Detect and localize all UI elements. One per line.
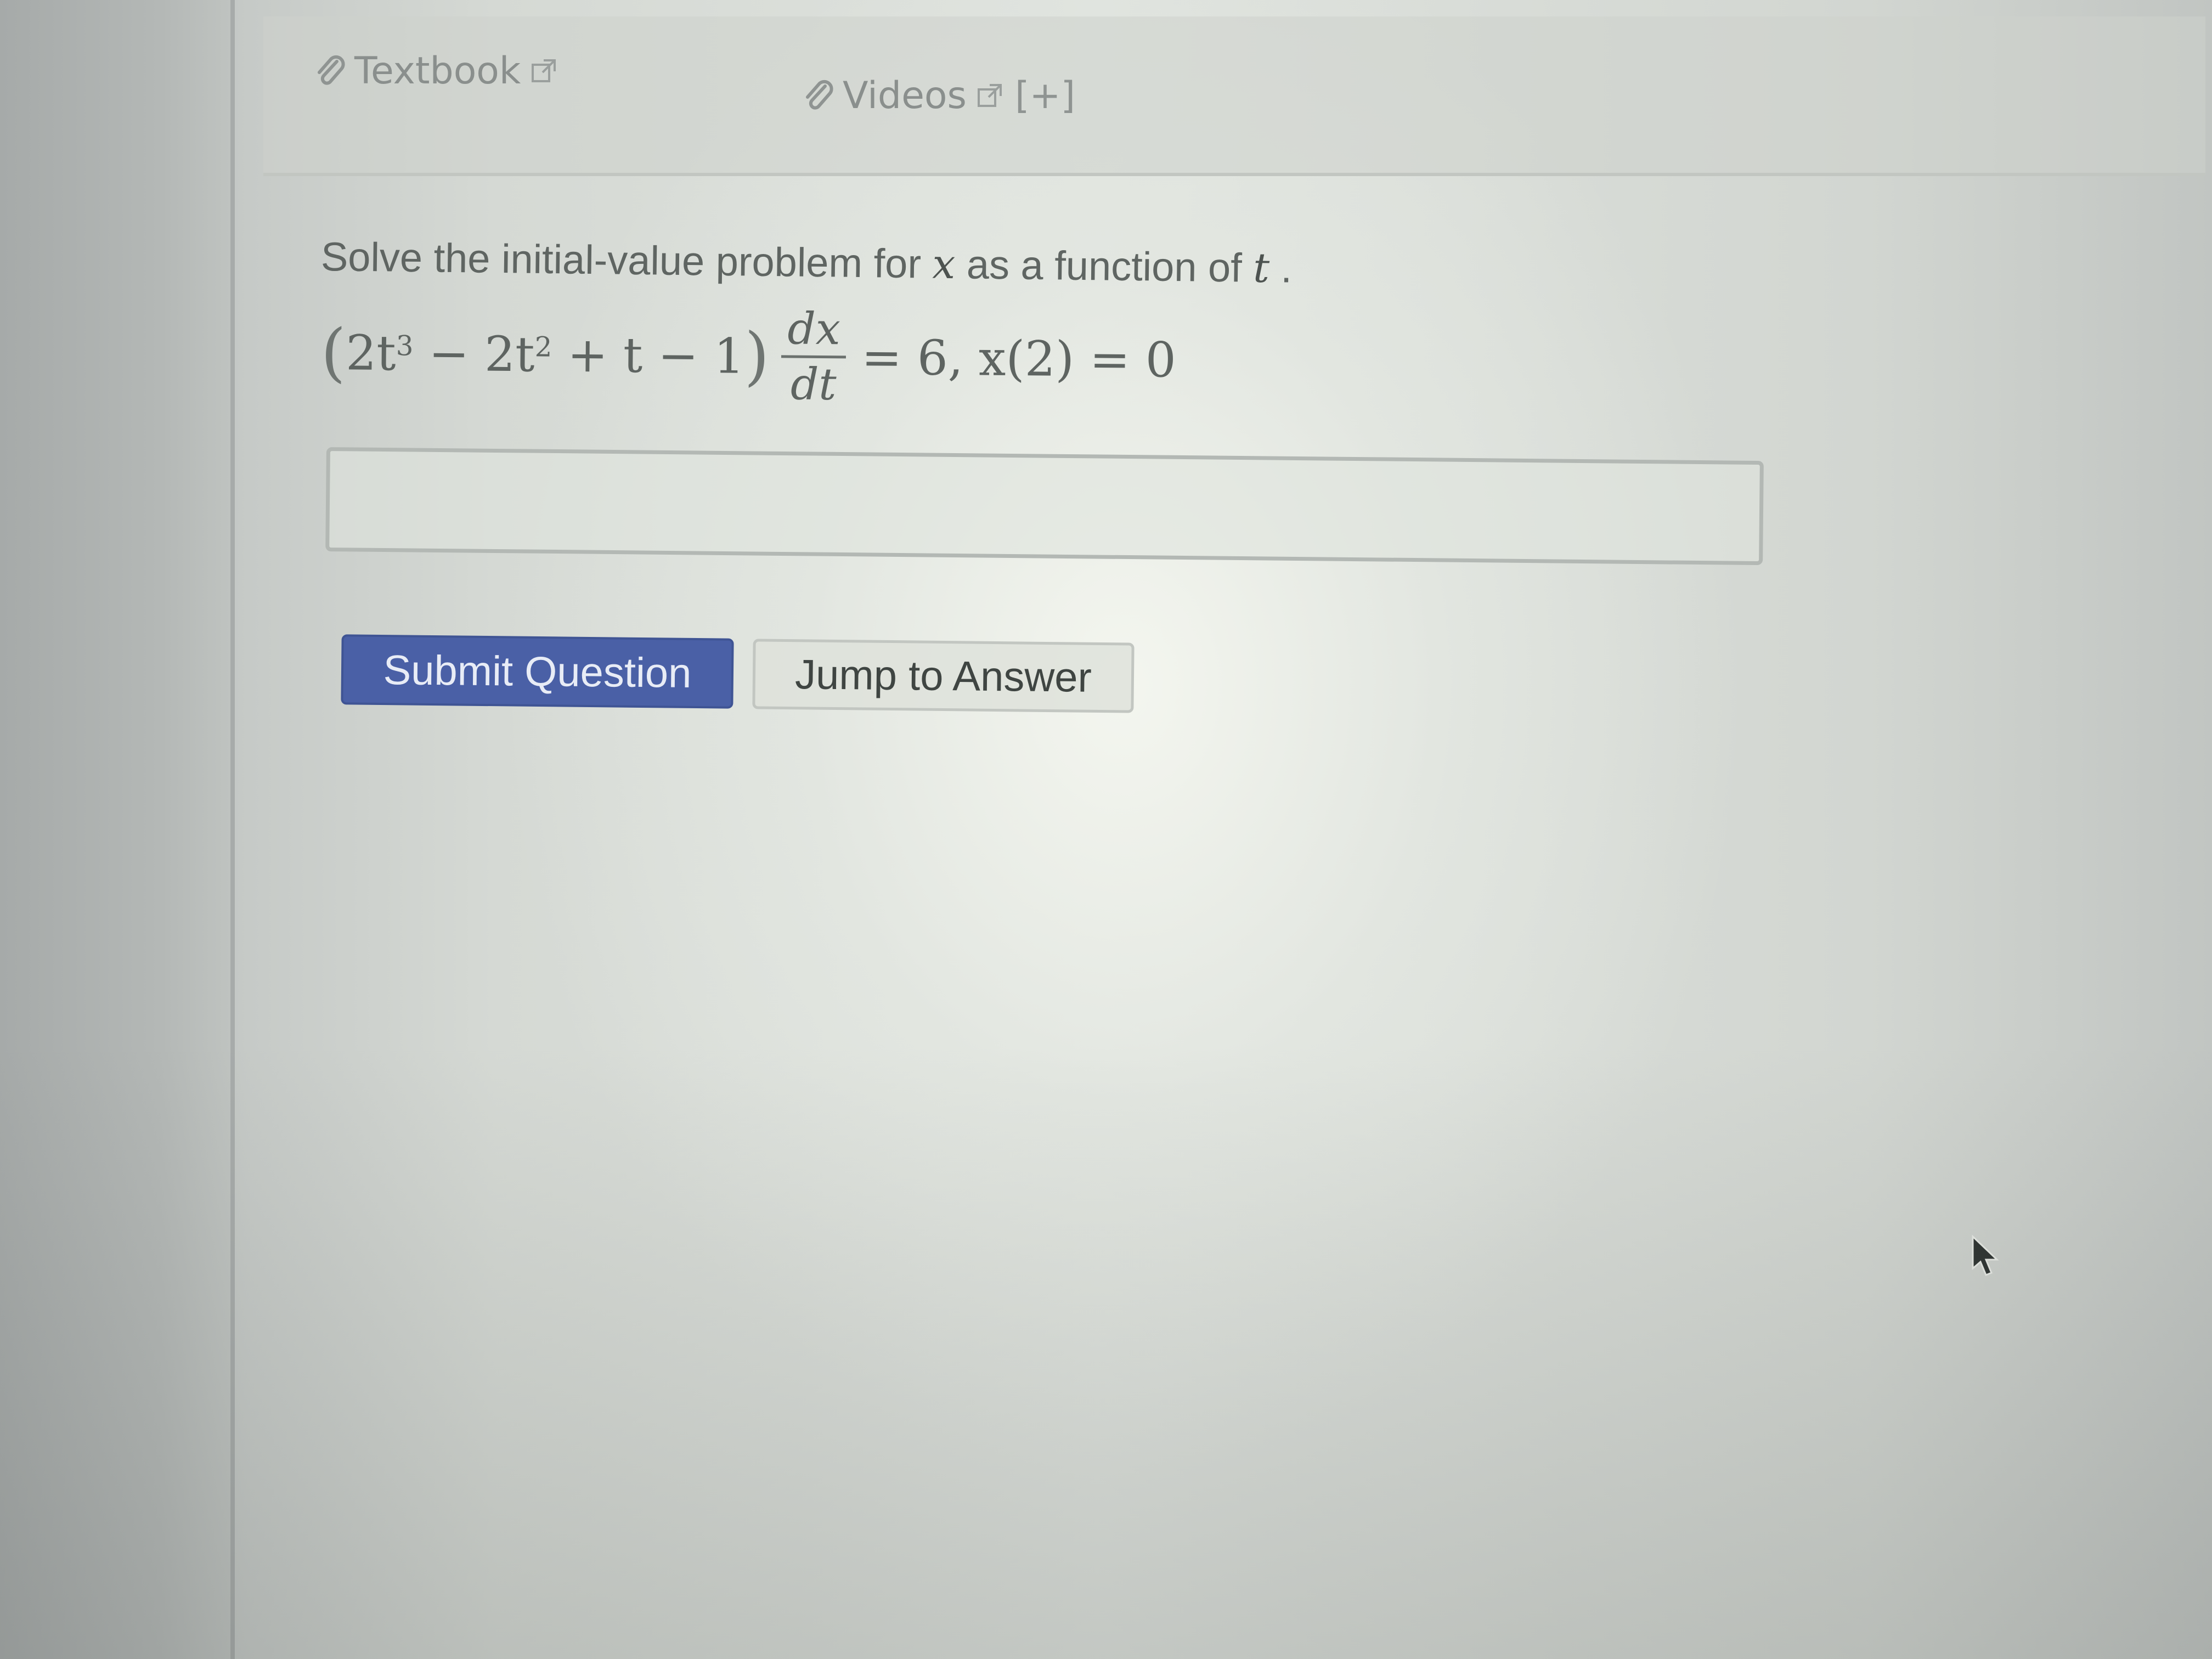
textbook-label: Textbook: [354, 49, 521, 93]
equation-exponent-1: 3: [396, 329, 414, 362]
equation-close-paren: ): [744, 319, 770, 394]
equation-inner-rest: + t − 1: [551, 326, 745, 385]
left-sidebar-edge: [0, 0, 235, 1659]
jump-to-answer-button[interactable]: Jump to Answer: [752, 639, 1135, 713]
videos-label: Videos: [843, 74, 967, 117]
resources-bar: Textbook Videos [+]: [263, 16, 2205, 176]
fraction-numerator: dx: [787, 303, 841, 355]
differential-equation: ( 2t 3 − 2t 2 + t − 1 ) dx dt = 6, x(2) = …: [320, 302, 1176, 411]
paperclip-icon: [313, 54, 348, 89]
derivative-fraction: dx dt: [781, 303, 847, 410]
equation-rhs: = 6, x(2) = 0: [861, 329, 1177, 388]
prompt-text-end: .: [1280, 245, 1293, 291]
fraction-denominator: dt: [790, 358, 837, 410]
videos-link[interactable]: Videos [+]: [801, 74, 1075, 117]
external-link-icon: [977, 75, 1003, 107]
equation-term-2: 2t: [484, 325, 535, 383]
prompt-text-middle: as a function of: [966, 241, 1243, 291]
equation-exponent-2: 2: [534, 330, 552, 363]
prompt-variable-x: x: [932, 240, 956, 289]
equation-term-1: 2t: [345, 324, 397, 382]
expand-videos-toggle[interactable]: [+]: [1015, 74, 1075, 117]
equation-open-paren: (: [320, 315, 346, 390]
prompt-variable-t: t: [1252, 244, 1270, 292]
equation-operator-1: −: [413, 325, 485, 382]
fraction-bar: [781, 355, 847, 359]
answer-input[interactable]: [325, 447, 1764, 566]
submit-question-button[interactable]: Submit Question: [341, 634, 734, 709]
mouse-cursor-icon: [1970, 1234, 2002, 1278]
textbook-link[interactable]: Textbook: [313, 49, 557, 93]
prompt-text-start: Solve the initial-value problem for: [320, 234, 922, 287]
paperclip-icon: [801, 78, 836, 114]
external-link-icon: [531, 50, 557, 82]
